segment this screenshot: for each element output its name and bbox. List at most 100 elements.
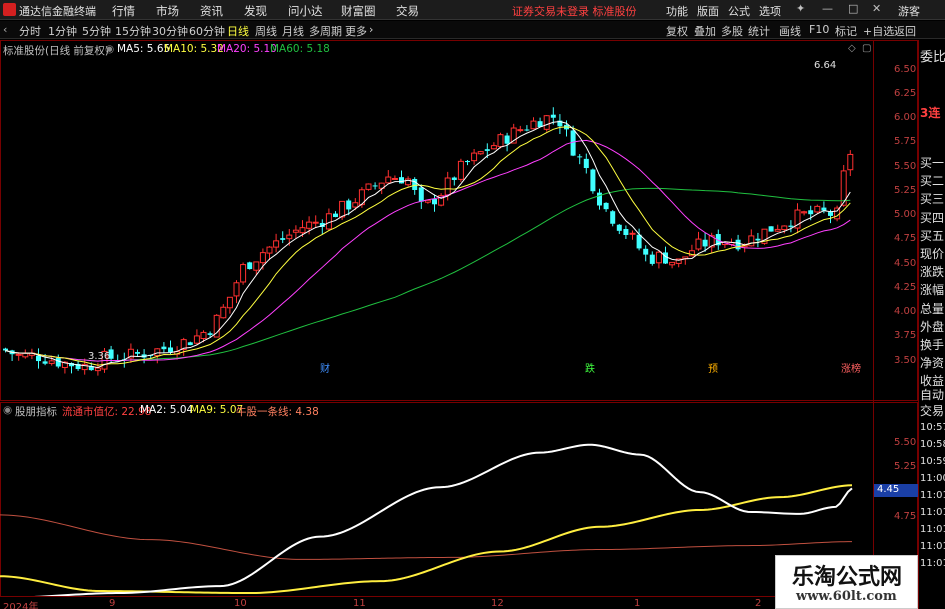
tick-time: 11:01 <box>920 490 945 501</box>
candle-body <box>346 200 352 210</box>
candle-body <box>286 234 293 240</box>
menu-options[interactable]: 选项 <box>759 3 781 19</box>
candle-body <box>781 225 788 231</box>
price-tick-label: 4.25 <box>894 281 917 293</box>
date-label: 1 <box>634 598 641 609</box>
candle-body <box>477 151 484 155</box>
ma10-line <box>5 126 851 366</box>
event-gain-list[interactable]: 涨榜 <box>841 360 861 375</box>
candle-body <box>497 134 504 148</box>
period-monthly[interactable]: 月线 <box>282 23 304 39</box>
candle-body <box>247 262 253 270</box>
menu-function[interactable]: 功能 <box>666 3 688 19</box>
dropdown-icon[interactable]: ◉ <box>105 43 114 55</box>
candle-body <box>834 207 841 220</box>
menu-layout[interactable]: 版面 <box>697 3 719 19</box>
tick-time: 10:57 <box>920 422 945 433</box>
period-1min[interactable]: 1分钟 <box>48 23 77 39</box>
high-annotation: 6.64 <box>814 60 837 71</box>
menu-trade[interactable]: 交易 <box>396 3 419 19</box>
ma2-value: MA2: 5.04 <box>140 404 194 416</box>
candle-body <box>577 156 583 158</box>
candle-body <box>768 226 774 232</box>
period-minute[interactable]: 分时 <box>19 23 41 39</box>
draw-line-button[interactable]: 画线 <box>776 23 804 39</box>
menu-market[interactable]: 市场 <box>156 3 179 19</box>
back-button[interactable]: 返回 <box>891 23 919 39</box>
period-60min[interactable]: 60分钟 <box>189 23 225 39</box>
bull-line <box>0 514 853 560</box>
event-forecast[interactable]: 预 <box>708 360 718 375</box>
skin-icon[interactable]: ✦ <box>796 2 805 15</box>
price-tick-label: 5.00 <box>894 209 917 221</box>
menu-news[interactable]: 资讯 <box>200 3 223 19</box>
candle-body <box>200 331 207 340</box>
candle-body <box>504 135 510 144</box>
candle-body <box>3 348 8 351</box>
candle-body <box>266 246 273 254</box>
candle-body <box>233 282 240 297</box>
maximize-icon[interactable]: □ <box>848 2 858 15</box>
candle-body <box>187 342 193 346</box>
candlestick-chart[interactable] <box>0 56 873 380</box>
quote-field-label: 买二 <box>920 174 945 189</box>
period-5min[interactable]: 5分钟 <box>82 23 111 39</box>
quote-field-label: 买四 <box>920 210 945 225</box>
period-toolbar: ‹ 分时 1分钟 5分钟 15分钟 30分钟 60分钟 日线 周线 月线 多周期… <box>0 21 945 39</box>
multi-stock-button[interactable]: 多股 <box>718 23 746 39</box>
chevron-right-icon[interactable]: › <box>369 23 373 36</box>
candle-body <box>412 178 418 190</box>
period-more[interactable]: 更多 <box>345 23 367 39</box>
quote-field-label: 买一 <box>920 156 945 170</box>
minimize-icon[interactable]: — <box>822 2 833 15</box>
quote-field-label: 买三 <box>920 192 945 207</box>
candle-body <box>399 177 404 184</box>
event-finance[interactable]: 财 <box>320 360 330 375</box>
ma60-line <box>5 187 851 362</box>
chevron-left-icon[interactable]: ‹ <box>3 23 7 36</box>
indicator-chart[interactable] <box>0 418 873 596</box>
menu-ask[interactable]: 问小达 <box>288 3 323 19</box>
period-multi[interactable]: 多周期 <box>309 23 342 39</box>
candle-body <box>391 177 398 180</box>
settings-icon[interactable]: ◇ <box>848 43 856 54</box>
indicator-tick-label: 5.50 <box>894 436 917 448</box>
indicator-toggle-icon[interactable]: ◉ <box>3 404 12 416</box>
tick-time: 11:00 <box>920 473 945 484</box>
candle-body <box>550 114 556 118</box>
period-15min[interactable]: 15分钟 <box>115 23 151 39</box>
menu-discover[interactable]: 发现 <box>244 3 267 19</box>
app-logo-icon <box>3 3 16 16</box>
candle-body <box>643 248 649 255</box>
candle-body <box>590 169 596 192</box>
candle-body <box>847 153 854 171</box>
mark-button[interactable]: 标记 <box>832 23 860 39</box>
candle-body <box>168 347 173 353</box>
candle-body <box>610 211 616 224</box>
candle-body <box>306 221 313 229</box>
overlay-button[interactable]: 叠加 <box>691 23 719 39</box>
auto-trade-label[interactable]: 交易 <box>920 402 944 419</box>
f10-button[interactable]: F10 <box>806 23 832 36</box>
candle-body <box>655 251 662 264</box>
guest-label[interactable]: 游客 <box>898 3 920 19</box>
statistics-button[interactable]: 统计 <box>745 23 773 39</box>
adjust-button[interactable]: 复权 <box>663 23 691 39</box>
period-daily[interactable]: 日线 <box>227 23 249 39</box>
event-drop[interactable]: 跌 <box>585 360 595 375</box>
period-weekly[interactable]: 周线 <box>255 23 277 39</box>
close-icon[interactable]: ✕ <box>872 2 881 15</box>
date-label: 2 <box>755 598 762 609</box>
menu-formula[interactable]: 公式 <box>728 3 750 19</box>
candle-body <box>669 261 676 266</box>
candle-body <box>748 235 755 247</box>
ma2-line <box>34 443 853 596</box>
menu-wealth[interactable]: 财富圈 <box>341 3 376 19</box>
candle-body <box>616 224 622 231</box>
period-30min[interactable]: 30分钟 <box>152 23 188 39</box>
candle-body <box>325 213 332 230</box>
auto-trade-label[interactable]: 自动 <box>920 386 944 403</box>
scroll-icon[interactable]: ▢ <box>862 43 871 54</box>
tick-time: 10:59 <box>920 456 945 467</box>
menu-market-quotes[interactable]: 行情 <box>112 3 135 19</box>
